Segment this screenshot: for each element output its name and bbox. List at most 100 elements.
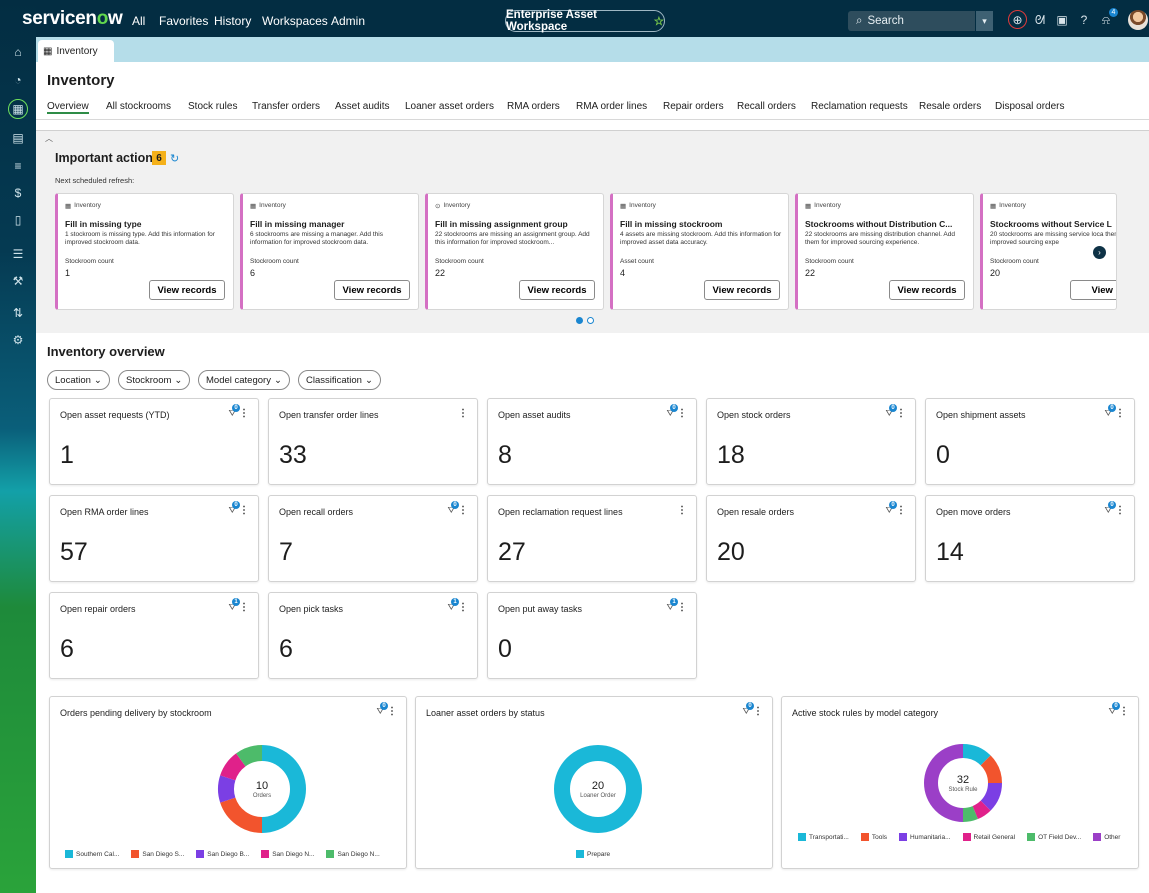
legend-item[interactable]: Tools [860, 833, 887, 841]
legend-item[interactable]: Humanitaria... [899, 833, 951, 841]
nav-history[interactable]: History [214, 14, 251, 28]
kpi-card[interactable]: Open resale orders 20 ⛛ 0 ⋮ [706, 495, 916, 582]
subtab-rma-order-lines[interactable]: RMA order lines [576, 101, 647, 112]
nav-all[interactable]: All [132, 14, 145, 28]
star-icon[interactable]: ☆ [654, 14, 664, 28]
kpi-card[interactable]: Open transfer order lines 33 ⋮ [268, 398, 478, 485]
kpi-card[interactable]: Open RMA order lines 57 ⛛ 0 ⋮ [49, 495, 259, 582]
view-records-button[interactable]: View records [334, 280, 410, 300]
filter-icon[interactable]: ⛛ 0 [742, 702, 754, 717]
filter-icon[interactable]: ⛛ 1 [228, 598, 240, 613]
more-menu-icon[interactable]: ⋮ [753, 706, 763, 717]
view-records-button[interactable]: View records [149, 280, 225, 300]
filter-icon[interactable]: ⛛ 0 [1108, 702, 1120, 717]
donut-slice[interactable] [220, 753, 246, 781]
legend-item[interactable]: Southern Cal... [65, 850, 119, 858]
legend-item[interactable]: Retail General [962, 833, 1015, 841]
more-menu-icon[interactable]: ⋮ [458, 505, 468, 516]
chat-icon[interactable]: ᘛ [1032, 12, 1048, 28]
nav-favorites[interactable]: Favorites [159, 14, 208, 28]
search-scope-dropdown[interactable]: ▾ [975, 11, 993, 31]
view-records-button[interactable]: View records [889, 280, 965, 300]
kpi-card[interactable]: Open stock orders 18 ⛛ 0 ⋮ [706, 398, 916, 485]
subtab-loaner-asset-orders[interactable]: Loaner asset orders [405, 101, 494, 112]
donut-slice[interactable] [236, 745, 263, 767]
view-records-button[interactable]: View records [704, 280, 780, 300]
donut-slice[interactable] [962, 805, 978, 822]
avatar[interactable] [1128, 10, 1148, 30]
legend-item[interactable]: Other [1093, 833, 1120, 841]
filter-classification[interactable]: Classification ⌄ [298, 370, 381, 390]
filter-icon[interactable]: ⛛ 0 [666, 404, 678, 419]
subtab-resale-orders[interactable]: Resale orders [919, 101, 981, 112]
subtab-reclamation-requests[interactable]: Reclamation requests [811, 101, 908, 112]
bell-icon[interactable]: ⍾ 4 [1098, 8, 1118, 28]
donut-slice[interactable] [218, 775, 236, 803]
filter-icon[interactable]: ⛛ 0 [228, 501, 240, 516]
nav-workspaces[interactable]: Workspaces [262, 14, 328, 28]
wrench-icon[interactable]: ⚒ [10, 273, 26, 289]
servicenow-logo[interactable]: servicenow [22, 8, 123, 30]
legend-item[interactable]: San Diego B... [196, 850, 249, 858]
more-menu-icon[interactable]: ⋮ [239, 408, 249, 419]
dollar-icon[interactable]: $ [10, 185, 26, 201]
donut-slice[interactable] [980, 782, 1002, 811]
kpi-card[interactable]: Open asset requests (YTD) 1 ⛛ 0 ⋮ [49, 398, 259, 485]
collapse-chevron-icon[interactable]: ︿ [45, 133, 53, 144]
subtab-repair-orders[interactable]: Repair orders [663, 101, 724, 112]
refresh-icon[interactable]: ↻ [170, 152, 179, 165]
more-menu-icon[interactable]: ⋮ [1115, 505, 1125, 516]
kpi-card[interactable]: Open asset audits 8 ⛛ 0 ⋮ [487, 398, 697, 485]
clipboard-icon[interactable]: ▤ [10, 130, 26, 146]
kpi-card[interactable]: Open put away tasks 0 ⛛ 1 ⋮ [487, 592, 697, 679]
subtab-disposal-orders[interactable]: Disposal orders [995, 101, 1064, 112]
subtab-rma-orders[interactable]: RMA orders [507, 101, 560, 112]
filter-location[interactable]: Location ⌄ [47, 370, 110, 390]
donut-slice[interactable] [980, 755, 1002, 784]
kpi-card[interactable]: Open pick tasks 6 ⛛ 1 ⋮ [268, 592, 478, 679]
kpi-card[interactable]: Open reclamation request lines 27 ⋮ [487, 495, 697, 582]
filter-icon[interactable]: ⛛ 0 [885, 404, 897, 419]
more-menu-icon[interactable]: ⋮ [458, 408, 468, 419]
more-menu-icon[interactable]: ⋮ [239, 602, 249, 613]
filter-icon[interactable]: ⛛ 0 [228, 404, 240, 419]
legend-item[interactable]: Prepare [576, 850, 610, 858]
list-icon[interactable]: ☰ [10, 246, 26, 262]
more-menu-icon[interactable]: ⋮ [1115, 408, 1125, 419]
subtab-all-stockrooms[interactable]: All stockrooms [106, 101, 171, 112]
legend-item[interactable]: San Diego N... [326, 850, 380, 858]
filter-icon[interactable]: ⛛ 0 [1104, 404, 1116, 419]
legend-item[interactable]: San Diego N... [261, 850, 314, 858]
subtab-overview[interactable]: Overview [47, 101, 89, 114]
more-menu-icon[interactable]: ⋮ [677, 505, 687, 516]
view-records-button[interactable]: View records [519, 280, 595, 300]
subtab-transfer-orders[interactable]: Transfer orders [252, 101, 320, 112]
subtab-asset-audits[interactable]: Asset audits [335, 101, 389, 112]
tab-inventory[interactable]: ▦ Inventory [38, 40, 114, 62]
carousel-next-icon[interactable]: › [1093, 246, 1106, 259]
filter-icon[interactable]: ⛛ 1 [447, 598, 459, 613]
carousel-dot-active[interactable] [576, 317, 583, 324]
more-menu-icon[interactable]: ⋮ [239, 505, 249, 516]
filter-icon[interactable]: ⛛ 0 [885, 501, 897, 516]
kpi-card[interactable]: Open shipment assets 0 ⛛ 0 ⋮ [925, 398, 1135, 485]
donut-slice[interactable] [972, 800, 991, 820]
legend-item[interactable]: OT Field Dev... [1027, 833, 1081, 841]
filter-stockroom[interactable]: Stockroom ⌄ [118, 370, 191, 390]
sliders-icon[interactable]: ≡ [10, 158, 26, 174]
legend-item[interactable]: Transportati... [798, 833, 849, 841]
help-icon[interactable]: ? [1076, 12, 1092, 28]
dashboard-icon[interactable]: ◔ [10, 72, 26, 88]
more-menu-icon[interactable]: ⋮ [677, 602, 687, 613]
more-menu-icon[interactable]: ⋮ [458, 602, 468, 613]
book-icon[interactable]: ▯ [10, 212, 26, 228]
workspace-pill[interactable]: Enterprise Asset Workspace ☆ [505, 9, 665, 33]
more-menu-icon[interactable]: ⋮ [896, 408, 906, 419]
inventory-icon[interactable]: ▦ [8, 99, 28, 119]
view-records-button[interactable]: View re [1070, 280, 1116, 300]
legend-item[interactable]: San Diego S... [131, 850, 184, 858]
inbox-icon[interactable]: ▣ [1054, 12, 1070, 28]
donut-slice[interactable] [962, 744, 991, 766]
global-search[interactable]: ⌕ Search ▾ [848, 11, 993, 31]
filter-icon[interactable]: ⛛ 0 [1104, 501, 1116, 516]
